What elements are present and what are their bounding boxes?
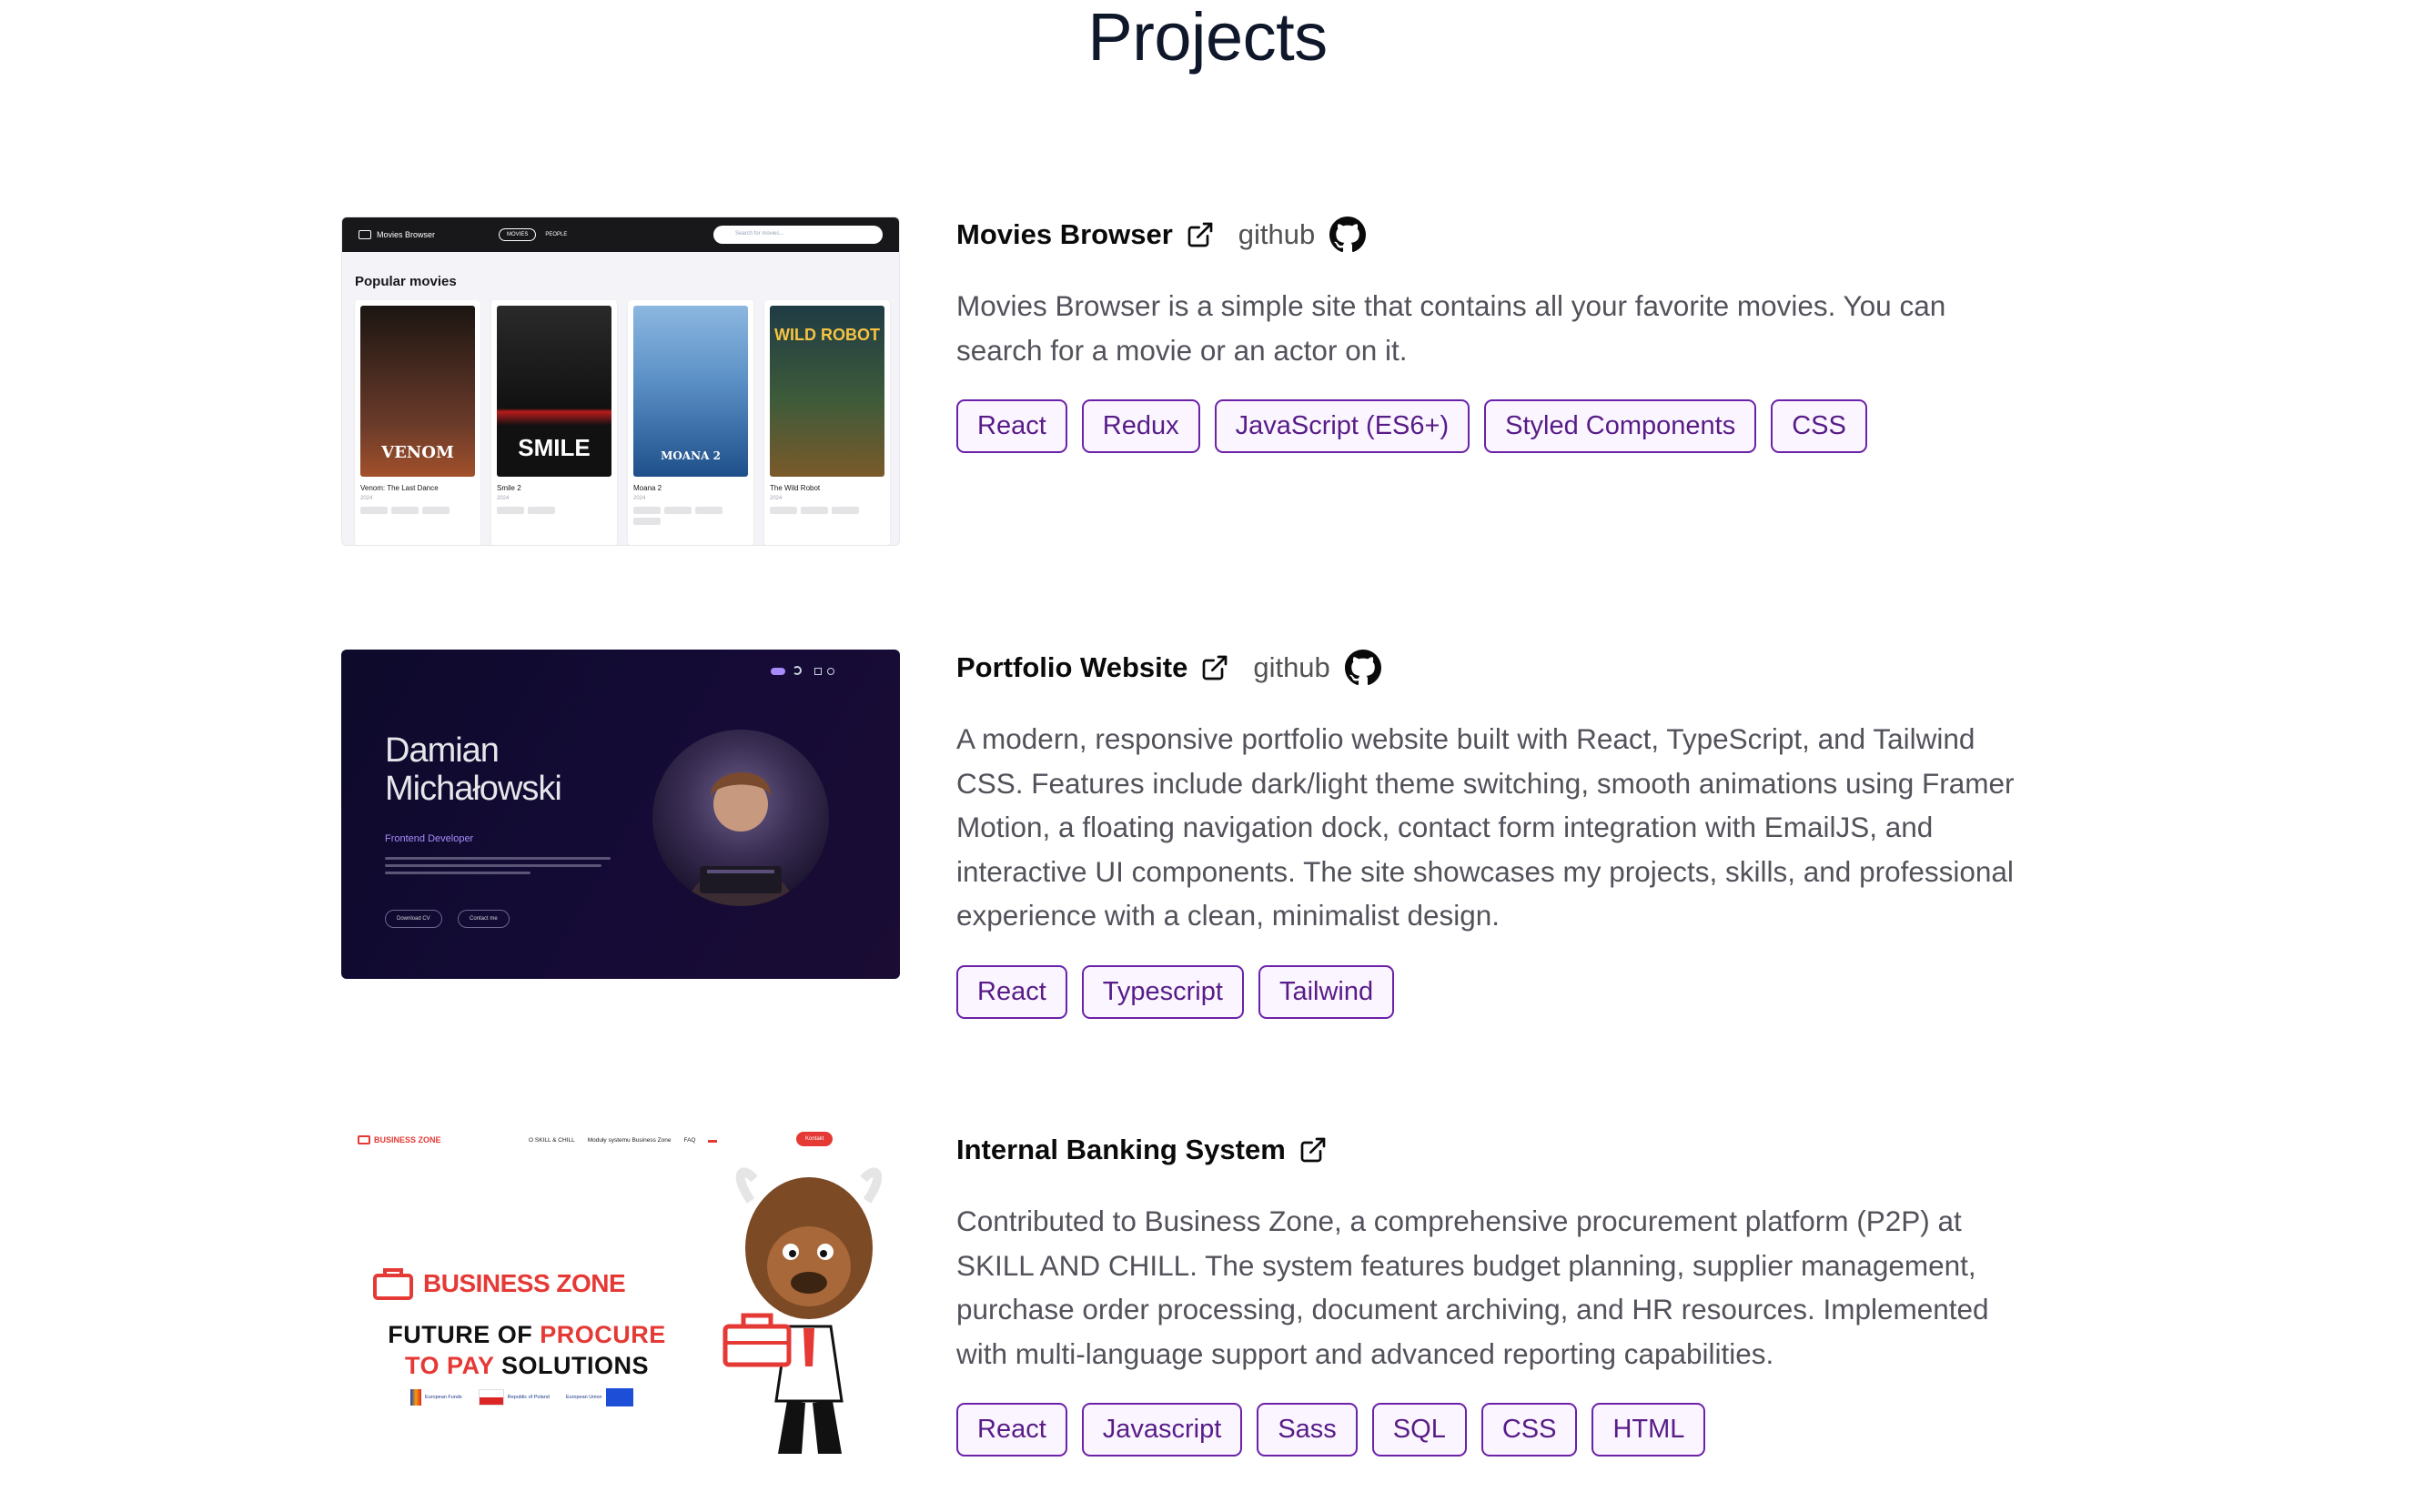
project-title-row: Movies Browser github [956,217,2021,253]
briefcase-icon [358,1135,370,1144]
project-card-internal-banking-system: BUSINESS ZONE O SKILL & CHILL Moduły sys… [341,1132,2034,1512]
camera-icon [359,230,371,239]
movie-year: 2024 [633,496,646,501]
thumb-cta-button: Kontakt [796,1132,834,1146]
thumb-contact-button: Contact me [458,910,510,928]
movie-name: The Wild Robot [770,484,821,492]
tech-tag: HTML [1591,1403,1706,1457]
briefcase-icon [373,1268,413,1300]
project-card-movies-browser: Movies Browser MOVIES PEOPLE Search for … [341,217,2034,553]
project-title-link[interactable]: Portfolio Website [956,651,1187,684]
project-description: A modern, responsive portfolio website b… [956,722,2015,932]
movie-genres [770,507,884,514]
thumb-logo-small: BUSINESS ZONE [358,1135,441,1144]
tech-tag: Sass [1257,1403,1358,1457]
thumb-search: Search for movies... [713,226,883,244]
page-title: Projects [1087,0,1328,75]
tech-tag: React [956,399,1067,453]
tech-tag: SQL [1371,1403,1467,1457]
movie-genres [497,507,611,514]
theme-toggle-icon [771,668,785,675]
github-icon [1344,650,1381,686]
movie-poster: VENOM [360,306,475,477]
thumb-movie-card: SMILE Smile 2 2024 [491,300,617,545]
thumb-movie-list: VENOM Venom: The Last Dance 2024 SMILE S… [355,300,899,545]
external-link-icon[interactable] [1200,653,1229,682]
thumb-app-name: Movies Browser [377,230,436,239]
thumb-slogan: FUTURE OF PROCURE TO PAY SOLUTIONS [388,1321,666,1379]
tech-tags: React Javascript Sass SQL CSS HTML [956,1403,2021,1457]
project-description: Movies Browser is a simple site that con… [956,289,1946,367]
tech-tags: React Typescript Tailwind [956,964,2021,1019]
thumb-navbar: Movies Browser MOVIES PEOPLE Search for … [342,217,899,252]
github-icon [1329,217,1367,253]
movie-year: 2024 [360,496,373,501]
movie-name: Moana 2 [633,484,662,492]
tech-tag: Styled Components [1484,399,1757,453]
thumb-heading: Popular movies [355,274,457,289]
thumb-movie-card: VENOM Venom: The Last Dance 2024 [355,300,480,545]
thumb-download-button: Download CV [385,910,442,928]
tech-tag: Tailwind [1258,964,1395,1019]
tech-tag: Redux [1081,399,1200,453]
thumb-funding-logos: European Funds Republic of Poland Europe… [410,1388,633,1406]
tech-tag: React [956,1403,1067,1457]
github-label: github [1253,651,1330,683]
project-title-link[interactable]: Movies Browser [956,218,1173,251]
thumb-nav: MOVIES PEOPLE [499,228,567,241]
external-link-icon[interactable] [1186,220,1215,249]
tech-tag: CSS [1771,399,1867,453]
github-small-icon [827,668,834,675]
thumb-logo-big: BUSINESS ZONE [372,1266,626,1301]
movie-poster: MOANA 2 [633,306,748,477]
thumb-nav-people: PEOPLE [545,232,568,237]
movie-poster: WILD ROBOT [770,306,884,477]
project-info: Portfolio Website github A modern, respo… [956,650,2021,1019]
project-title-row: Internal Banking System [956,1132,2021,1168]
thumb-role: Frontend Developer [385,833,474,844]
project-title-row: Portfolio Website github [956,650,2021,686]
movie-year: 2024 [497,496,510,501]
movie-name: Smile 2 [497,484,521,492]
project-card-portfolio-website: Damian Michałowski Frontend Developer Do… [341,650,2034,1077]
movie-genres [360,507,475,514]
github-label: github [1238,218,1316,250]
thumb-movie-card: WILD ROBOT The Wild Robot 2024 [764,300,890,545]
movie-year: 2024 [770,496,783,501]
thumb-movie-card: MOANA 2 Moana 2 2024 [628,300,753,545]
project-thumbnail[interactable]: Damian Michałowski Frontend Developer Do… [341,650,900,979]
project-info: Internal Banking System Contributed to B… [956,1132,2021,1457]
external-link-icon[interactable] [1298,1135,1328,1164]
avatar [652,730,829,906]
tech-tags: React Redux JavaScript (ES6+) Styled Com… [956,399,2021,453]
thumb-logo: Movies Browser [359,230,435,239]
tech-tag: Typescript [1081,964,1244,1019]
tech-tag: CSS [1480,1403,1578,1457]
thumb-nav: O SKILL & CHILL Moduły systemu Business … [529,1137,718,1144]
project-thumbnail[interactable]: Movies Browser MOVIES PEOPLE Search for … [341,217,900,546]
movie-poster: SMILE [497,306,611,477]
github-link[interactable]: github [1253,650,1381,686]
movie-name: Venom: The Last Dance [360,484,439,492]
thumb-bio-lines [385,857,611,879]
thumb-nav-movies: MOVIES [499,228,537,241]
project-description: Contributed to Business Zone, a comprehe… [956,1205,1989,1370]
project-info: Movies Browser github Movies Browser is … [956,217,2021,453]
briefcase-icon [722,1313,792,1367]
moon-icon [793,666,802,675]
tech-tag: Javascript [1081,1403,1243,1457]
linkedin-icon [814,668,822,675]
movie-genres [633,507,748,525]
project-thumbnail[interactable]: BUSINESS ZONE O SKILL & CHILL Moduły sys… [341,1132,900,1468]
tech-tag: JavaScript (ES6+) [1214,399,1470,453]
project-title-link[interactable]: Internal Banking System [956,1134,1286,1166]
thumb-name: Damian Michałowski [385,731,562,808]
tech-tag: React [956,964,1067,1019]
github-link[interactable]: github [1238,217,1367,253]
